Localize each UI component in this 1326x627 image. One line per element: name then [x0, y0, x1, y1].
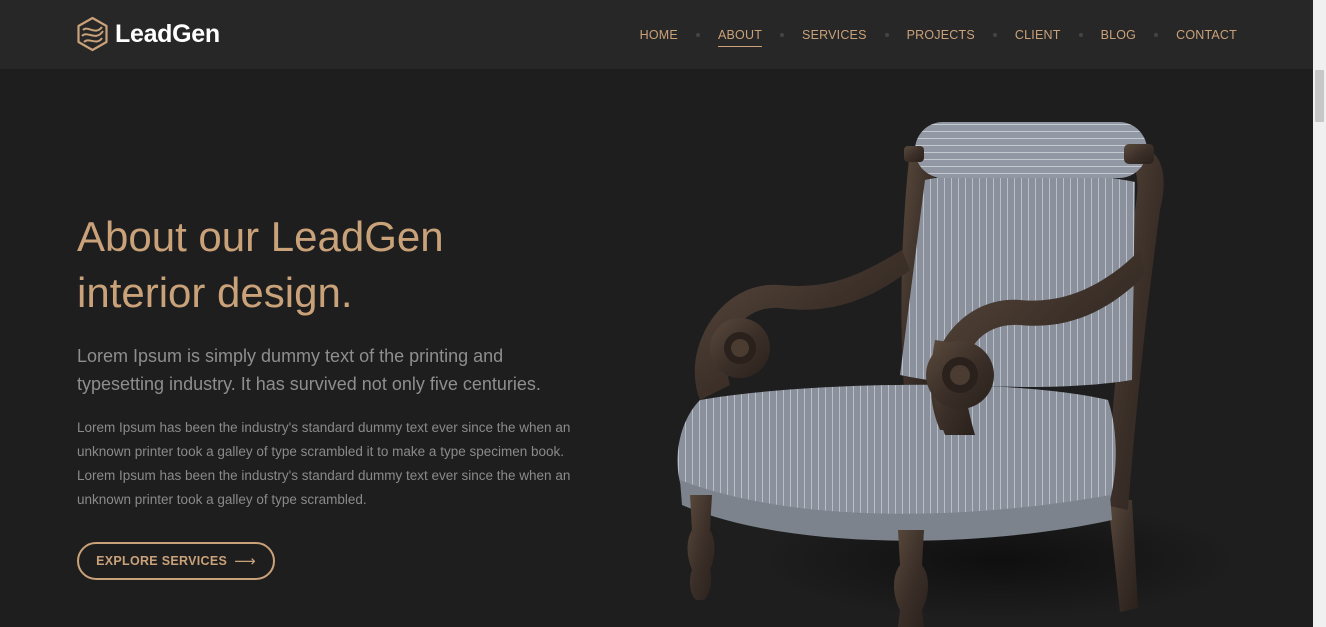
- explore-services-label: EXPLORE SERVICES: [96, 554, 228, 568]
- nav-item-services[interactable]: SERVICES: [802, 22, 867, 48]
- armchair-image: [677, 122, 1240, 627]
- main-nav: HOME ABOUT SERVICES PROJECTS CLIENT BLOG…: [640, 0, 1237, 69]
- page: LeadGen HOME ABOUT SERVICES PROJECTS CLI…: [0, 0, 1313, 627]
- nav-separator-dot: [695, 32, 700, 37]
- brand-logo[interactable]: LeadGen: [76, 16, 220, 52]
- site-header: LeadGen HOME ABOUT SERVICES PROJECTS CLI…: [0, 0, 1313, 69]
- nav-separator-dot: [780, 32, 785, 37]
- nav-separator-dot: [1154, 32, 1159, 37]
- brand-name: LeadGen: [115, 20, 220, 48]
- hero-lead-text: Lorem Ipsum is simply dummy text of the …: [77, 346, 541, 394]
- nav-item-home[interactable]: HOME: [640, 22, 678, 48]
- nav-item-projects[interactable]: PROJECTS: [907, 22, 975, 48]
- nav-item-client[interactable]: CLIENT: [1015, 22, 1061, 48]
- nav-item-contact[interactable]: CONTACT: [1176, 22, 1237, 48]
- arrow-right-icon: ⟶: [234, 553, 256, 570]
- scrollbar-thumb[interactable]: [1315, 70, 1324, 122]
- nav-separator-dot: [884, 32, 889, 37]
- nav-item-about[interactable]: ABOUT: [717, 22, 763, 48]
- nav-separator-dot: [1078, 32, 1083, 37]
- hero-title-line-2: interior design.: [77, 269, 353, 316]
- explore-services-button[interactable]: EXPLORE SERVICES ⟶: [77, 542, 275, 580]
- hero-body-text: Lorem Ipsum has been the industry's stan…: [77, 420, 571, 507]
- hero-title-line-1: About our LeadGen: [77, 213, 444, 260]
- hexagon-logo-icon: [77, 16, 108, 52]
- hero-title: About our LeadGen interior design.: [77, 209, 557, 321]
- nav-item-blog[interactable]: BLOG: [1101, 22, 1137, 48]
- nav-separator-dot: [992, 32, 997, 37]
